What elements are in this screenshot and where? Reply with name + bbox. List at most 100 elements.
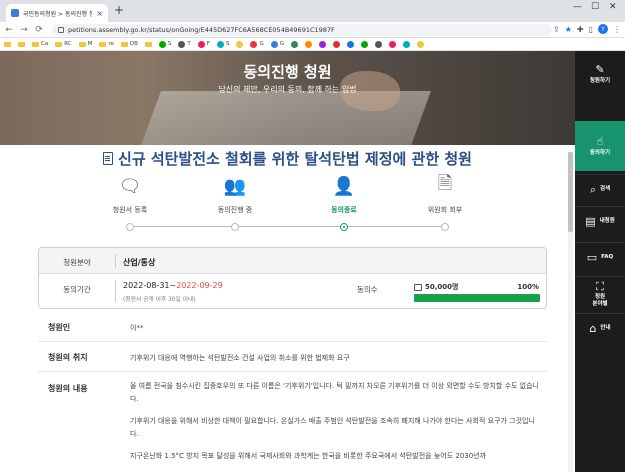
document-icon: ▤ [585,215,596,228]
folder-icon [32,41,39,47]
bookmark-item[interactable] [318,40,326,48]
bookmark-item[interactable]: F [197,40,210,48]
bookmark-icon [216,40,224,48]
bookmark-item[interactable]: G [270,40,284,48]
sidepanel-icon[interactable]: ▯ [589,25,593,34]
agree-count: 50,000명 [414,282,458,292]
bookmark-item[interactable] [388,40,396,48]
forward-icon[interactable]: → [18,25,30,35]
bookmark-item[interactable]: T [178,40,191,48]
bookmark-icon [374,40,382,48]
minimize-icon[interactable]: — [573,2,582,12]
sidebar-item-agree[interactable]: ☝ 동의하기 [575,121,625,171]
agree-progress-bar [414,294,540,302]
bookmark-icon [158,40,166,48]
bookmark-icon [360,40,368,48]
ballot-box-icon [414,283,422,291]
sidebar-item-petition[interactable]: ✎ 청원하기 [575,51,625,97]
sidebar-item-my-petition[interactable]: ▤ 내청원 [575,206,625,236]
petitioner-value: 이** [130,324,144,332]
bookmark-item[interactable] [290,40,298,48]
scrollbar-thumb[interactable] [568,152,573,232]
share-icon[interactable]: ⇪ [553,25,560,34]
folder-icon [78,41,86,47]
bookmark-item[interactable] [360,40,368,48]
period-note: (청원서 공개 이후 30일 이내) [123,297,196,303]
close-window-icon[interactable]: ✕ [609,2,617,12]
bookmark-item[interactable]: DB [120,41,138,47]
podium-person-icon: 👤 [332,175,356,197]
period-label: 동의기간 [63,285,91,294]
period-end: 2022-09-29 [176,281,223,290]
bookmark-item[interactable]: S [216,40,230,48]
bookmark-icon [346,40,354,48]
bookmark-item[interactable] [304,40,312,48]
step-registered: 🗨 청원서 등록 [80,175,180,231]
bookmark-item[interactable] [416,40,424,48]
divider [115,254,116,268]
bookmark-item[interactable] [332,40,340,48]
bookmark-icon [270,40,278,48]
bookmark-item[interactable] [4,41,11,47]
maximize-icon[interactable]: ☐ [591,2,599,12]
lock-icon [58,27,64,33]
profile-avatar[interactable]: Y [598,24,608,34]
url-field[interactable]: petitions.assembly.go.kr/status/onGoing/… [52,24,552,36]
star-icon[interactable]: ★ [565,25,572,34]
bookmark-label: S [225,41,230,47]
field-row: 청원분야 산업/통상 [39,248,546,274]
field-label: 청원분야 [63,258,91,267]
purpose-label: 청원의 취지 [48,353,88,362]
bookmark-icon [318,40,326,48]
page-scrollbar[interactable] [568,152,573,472]
sidebar-item-category[interactable]: ⛶ 청원 분야별 [575,276,625,312]
bookmark-item[interactable] [402,40,410,48]
bookmark-item[interactable]: G [250,40,264,48]
address-bar: ← → ⟳ petitions.assembly.go.kr/status/on… [0,22,625,38]
sitemap-icon: ⛶ [596,280,604,294]
browser-tab[interactable]: 국민동의청원 > 동의진행 청원 × [6,4,108,22]
back-icon[interactable]: ← [3,25,15,35]
bookmark-item[interactable]: RC [55,41,72,47]
sidebar-item-faq[interactable]: ▭ FAQ [575,242,625,272]
bookmark-label: M [87,41,93,47]
content-row: 청원의 내용 올 여름 전국을 침수시킨 집중호우의 또 다른 이름은 '기후위… [38,374,547,472]
bookmark-item[interactable]: re [99,41,114,47]
sidebar-item-guide[interactable]: ⌂ 안내 [575,313,625,343]
extension-icon[interactable]: ✚ [577,25,584,34]
petitioner-label: 청원인 [48,323,71,332]
step-dot [126,223,134,231]
right-sidebar: ✎ 청원하기 ☝ 동의하기 ⌕ 검색 ▤ 내청원 ▭ FAQ ⛶ 청원 분야별 … [575,51,625,472]
bookmark-item[interactable] [144,41,152,47]
bookmark-item[interactable]: Ca [32,41,48,47]
period-value: 2022-08-31~2022-09-29 [123,281,223,290]
sidebar-item-search[interactable]: ⌕ 검색 [575,174,625,204]
bookmark-item[interactable]: S [158,40,172,48]
bookmark-label: G [259,41,264,47]
bookmark-icon [332,40,340,48]
content-label: 청원의 내용 [48,384,88,393]
menu-icon[interactable]: ⋮ [613,25,621,34]
bookmark-label: Ca [41,41,49,47]
bookmark-item[interactable] [374,40,382,48]
bookmark-icon [197,40,205,48]
bookmark-icon [416,40,424,48]
content-paragraph: 기후위기 대응을 위해서 비상한 대책이 필요합니다. 온실가스 배출 주범인 … [130,417,535,438]
bookmark-item[interactable] [236,40,244,48]
petition-title: 신규 석탄발전소 철회를 위한 탈석탄법 제정에 관한 청원 [118,150,472,168]
site-favicon-icon [11,9,19,17]
progress-steps: 🗨 청원서 등록 👥 동의진행 중 👤 동의종료 🗎 위원회 회부 [80,173,495,235]
reload-icon[interactable]: ⟳ [33,25,45,35]
bookmark-item[interactable] [18,41,25,47]
bookmark-label: F [206,41,210,47]
petition-info-box: 청원분야 산업/통상 동의기간 2022-08-31~2022-09-29 (청… [38,247,547,309]
close-tab-icon[interactable]: × [96,9,103,18]
agree-percent: 100% [517,283,539,291]
bookmark-icon [250,40,258,48]
bookmark-label: S [167,41,172,47]
bookmark-item[interactable] [346,40,354,48]
purpose-value: 기후위기 대응에 역행하는 석탄발전소 건설 사업의 취소를 위한 법제화 요구 [130,354,350,362]
folder-icon [120,41,128,47]
new-tab-button[interactable]: + [114,3,124,17]
bookmark-item[interactable]: M [78,41,93,47]
